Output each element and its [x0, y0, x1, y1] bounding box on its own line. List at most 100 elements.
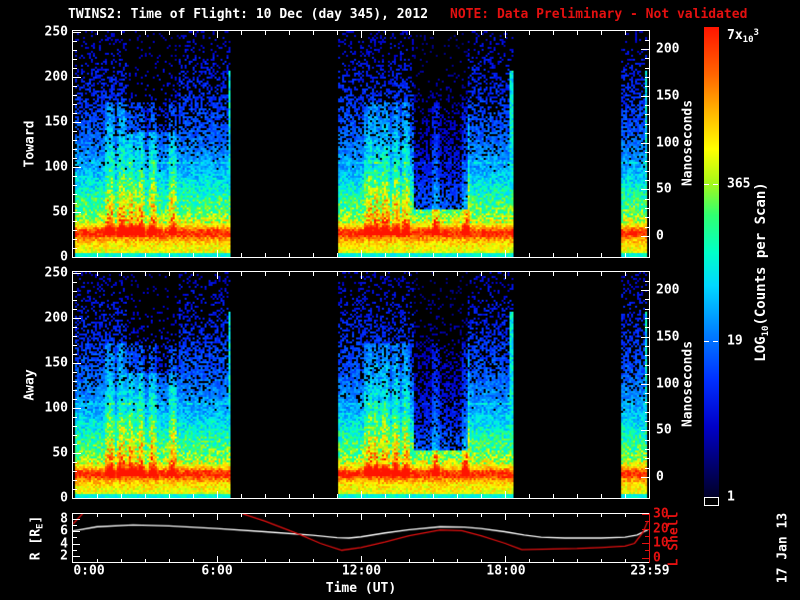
- colorbar: [704, 27, 719, 497]
- tick-mark: [625, 494, 626, 498]
- tick-mark: [145, 514, 146, 517]
- r-tick-label: 4: [60, 537, 68, 550]
- ephemeris-panel: [72, 513, 650, 563]
- tick-mark: [625, 31, 626, 35]
- tick-mark: [73, 444, 77, 445]
- tick-mark: [73, 248, 77, 249]
- tick-mark: [145, 31, 146, 35]
- tick-mark: [645, 355, 649, 356]
- tick-mark: [121, 253, 122, 257]
- tick-mark: [645, 421, 649, 422]
- tick-mark: [73, 221, 77, 222]
- tick-mark: [73, 550, 77, 551]
- tick-mark: [121, 559, 122, 562]
- nanoseconds-axis-label-bottom: Nanoseconds: [681, 341, 696, 427]
- colorbar-max-exp: 3: [754, 28, 759, 38]
- tick-mark: [73, 273, 81, 274]
- tick-mark: [73, 417, 77, 418]
- tick-mark: [577, 494, 578, 498]
- tick-mark: [505, 556, 506, 562]
- tick-mark: [645, 124, 649, 125]
- tick-mark: [433, 494, 434, 498]
- page-title: TWINS2: Time of Flight: 10 Dec (day 345)…: [68, 8, 428, 21]
- tick-mark: [169, 514, 170, 517]
- tick-mark: [409, 272, 410, 276]
- tick-mark: [433, 514, 434, 517]
- time-tick-label: 0:00: [73, 565, 104, 578]
- tick-mark: [645, 365, 649, 366]
- tick-mark: [265, 31, 266, 35]
- tick-mark: [241, 559, 242, 562]
- tick-mark: [645, 161, 649, 162]
- tick-mark: [433, 253, 434, 257]
- colorbar-max-mantissa: 7x: [727, 28, 743, 43]
- tick-mark: [121, 514, 122, 517]
- tick-mark: [337, 253, 338, 257]
- tick-mark: [645, 86, 649, 87]
- colorbar-tick: [713, 184, 718, 185]
- tick-mark: [73, 309, 77, 310]
- tick-mark: [241, 494, 242, 498]
- tick-mark: [193, 272, 194, 276]
- tick-mark: [73, 531, 80, 532]
- tick-mark: [97, 253, 98, 257]
- tick-mark: [505, 272, 506, 279]
- tick-mark: [409, 31, 410, 35]
- tick-mark: [645, 105, 649, 106]
- tick-mark: [73, 185, 77, 186]
- time-tick-label: 12:00: [342, 565, 381, 578]
- tick-mark: [433, 31, 434, 35]
- tick-mark: [645, 374, 649, 375]
- l-shell-tick-label: 0: [653, 551, 661, 564]
- tick-mark: [645, 449, 649, 450]
- tick-mark: [145, 494, 146, 498]
- tick-mark: [385, 494, 386, 498]
- tick-mark: [73, 453, 81, 454]
- tick-mark: [577, 514, 578, 517]
- tick-mark: [601, 31, 602, 35]
- tick-mark: [73, 381, 77, 382]
- tick-mark: [641, 384, 649, 385]
- tick-mark: [361, 250, 362, 257]
- channel-tick-label: 200: [45, 312, 68, 325]
- tick-mark: [505, 31, 506, 38]
- tick-mark: [289, 494, 290, 498]
- tick-mark: [529, 253, 530, 257]
- tick-mark: [169, 253, 170, 257]
- r-axis-label-text: R [R: [29, 529, 44, 560]
- tick-mark: [505, 514, 506, 520]
- tick-mark: [645, 208, 649, 209]
- tick-mark: [645, 152, 649, 153]
- tick-mark: [641, 477, 649, 478]
- nanoseconds-tick-label: 0: [656, 230, 664, 243]
- time-tick-label: 18:00: [486, 565, 525, 578]
- tick-mark: [217, 31, 218, 38]
- tick-mark: [169, 31, 170, 35]
- channel-tick-label: 0: [60, 492, 68, 505]
- nanoseconds-tick-label: 150: [656, 330, 679, 343]
- tick-mark: [553, 559, 554, 562]
- tick-mark: [73, 59, 77, 60]
- r-axis-label-sub: E: [36, 524, 46, 529]
- tick-mark: [193, 253, 194, 257]
- tick-mark: [385, 31, 386, 35]
- tick-mark: [645, 412, 649, 413]
- tick-mark: [529, 494, 530, 498]
- tick-mark: [241, 514, 242, 517]
- r-tick-label: 2: [60, 550, 68, 563]
- tick-mark: [73, 544, 80, 545]
- channel-tick-label: 100: [45, 402, 68, 415]
- tick-mark: [73, 291, 77, 292]
- nanoseconds-tick-label: 50: [656, 424, 672, 437]
- tick-mark: [217, 514, 218, 520]
- tick-mark: [145, 253, 146, 257]
- tick-mark: [313, 272, 314, 276]
- tick-mark: [642, 514, 649, 515]
- tick-mark: [289, 31, 290, 35]
- tick-mark: [385, 253, 386, 257]
- tick-mark: [481, 31, 482, 35]
- tick-mark: [409, 253, 410, 257]
- tick-mark: [409, 494, 410, 498]
- l-shell-axis-spine: [649, 513, 650, 563]
- tick-mark: [457, 514, 458, 517]
